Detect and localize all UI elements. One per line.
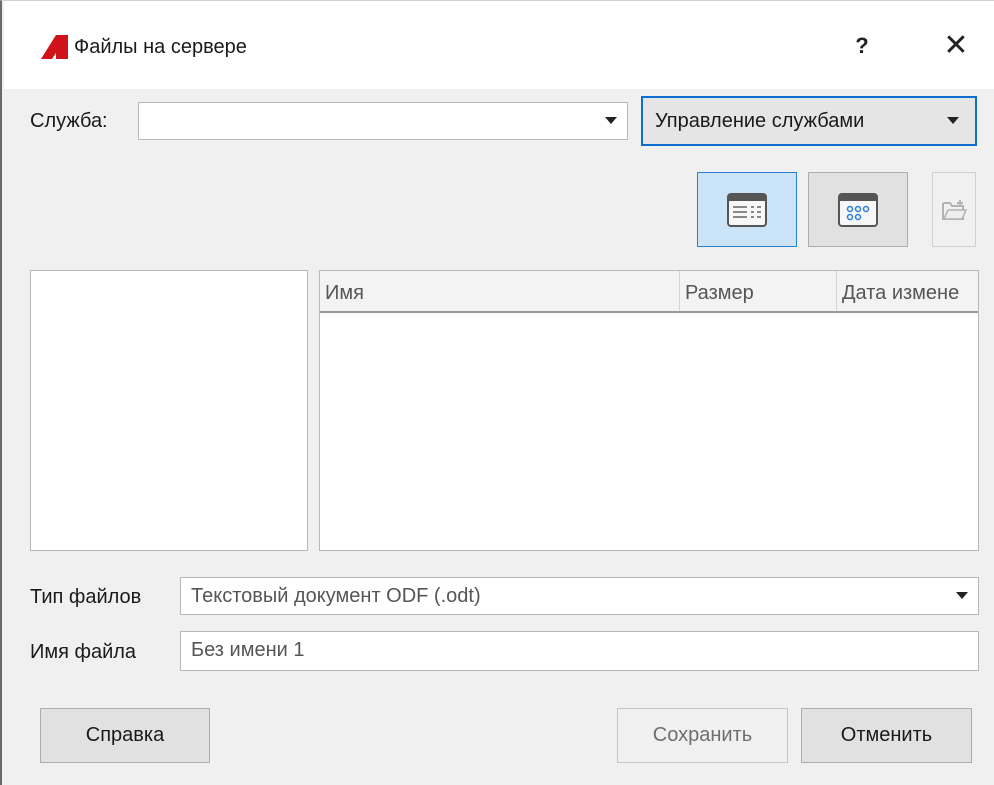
details-view-button[interactable] [697,172,797,247]
file-list[interactable]: Имя Размер Дата измене [319,270,979,551]
file-name-input[interactable]: Без имени 1 [180,631,979,671]
chevron-down-icon[interactable] [605,117,617,124]
new-folder-button[interactable] [932,172,976,247]
help-button[interactable]: Справка [40,708,210,763]
column-header-name[interactable]: Имя [320,271,680,311]
new-folder-icon [942,199,967,220]
details-view-icon [727,192,767,227]
column-header-size[interactable]: Размер [680,271,837,311]
icons-view-icon [838,192,878,227]
help-icon[interactable]: ? [842,29,882,63]
service-label: Служба: [30,110,108,132]
cancel-button[interactable]: Отменить [801,708,972,763]
file-name-value: Без имени 1 [191,639,305,661]
chevron-down-icon [947,117,959,124]
file-name-label: Имя файла [30,641,137,663]
places-panel[interactable] [30,270,308,551]
icons-view-button[interactable] [808,172,908,247]
file-type-label: Тип файлов [30,586,142,608]
chevron-down-icon[interactable] [956,592,968,599]
service-combobox[interactable] [138,102,628,140]
file-type-value: Текстовый документ ODF (.odt) [191,585,481,607]
libreoffice-logo-icon [41,35,68,59]
close-icon[interactable]: ✕ [934,27,978,65]
window-title: Файлы на сервере [74,36,247,58]
manage-services-button[interactable]: Управление службами [641,96,977,146]
column-header-date[interactable]: Дата измене [837,271,978,311]
file-type-combobox[interactable]: Текстовый документ ODF (.odt) [180,577,979,615]
manage-services-label: Управление службами [655,110,865,132]
file-list-header: Имя Размер Дата измене [320,271,978,313]
title-bar: Файлы на сервере ? ✕ [4,1,994,89]
save-button[interactable]: Сохранить [617,708,788,763]
file-dialog-window: Файлы на сервере ? ✕ Служба: Управление … [0,0,994,785]
